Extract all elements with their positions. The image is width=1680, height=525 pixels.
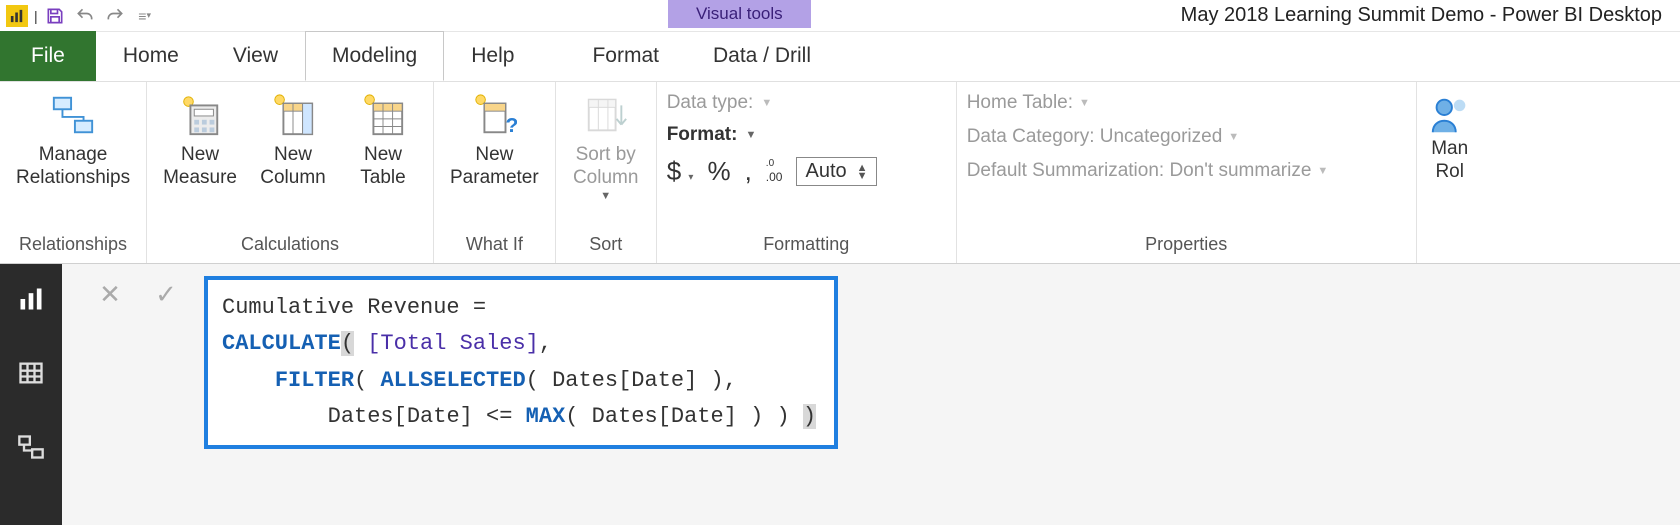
data-type-label: Data type:: [667, 92, 754, 114]
data-category-label: Data Category: Uncategorized: [967, 126, 1223, 148]
thousands-separator-button[interactable]: ,: [745, 156, 752, 187]
customize-qat-icon[interactable]: ≡▾: [134, 5, 156, 27]
decimal-auto-spinner[interactable]: Auto ▲▼: [796, 157, 876, 186]
new-table-button[interactable]: New Table: [343, 88, 423, 194]
data-view-button[interactable]: [14, 356, 48, 390]
data-type-dropdown[interactable]: Data type: ▼: [667, 92, 877, 114]
group-formatting: Data type: ▼ Format: ▼ $ ▾ % , .0.00 Aut…: [657, 82, 957, 263]
manage-relationships-button[interactable]: Manage Relationships: [10, 88, 136, 194]
ribbon-tabs: File Home View Modeling Help Format Data…: [0, 32, 1680, 82]
manage-roles-button[interactable]: Man Rol: [1427, 88, 1473, 184]
currency-button[interactable]: $ ▾: [667, 156, 694, 187]
svg-text:?: ?: [506, 114, 518, 137]
tab-modeling[interactable]: Modeling: [305, 31, 444, 81]
chevron-down-icon: ▼: [1228, 131, 1239, 143]
tab-view[interactable]: View: [206, 31, 305, 81]
manage-roles-label: Man Rol: [1431, 138, 1468, 184]
manage-relationships-label: Manage Relationships: [16, 144, 130, 190]
qat-separator: |: [34, 8, 38, 24]
sort-by-column-button[interactable]: Sort by Column ▼: [566, 88, 646, 206]
new-column-label: New Column: [260, 144, 325, 190]
new-table-label: New Table: [360, 144, 405, 190]
format-label: Format:: [667, 124, 738, 146]
tab-help[interactable]: Help: [444, 31, 541, 81]
chevron-down-icon: ▼: [1317, 165, 1328, 177]
formula-line-1: Cumulative Revenue =: [222, 295, 486, 320]
formula-kw-calculate: CALCULATE: [222, 331, 341, 356]
new-parameter-label: New Parameter: [450, 144, 539, 190]
new-parameter-button[interactable]: ? New Parameter: [444, 88, 545, 194]
relationships-icon: [50, 92, 96, 138]
new-measure-button[interactable]: New Measure: [157, 88, 243, 194]
ribbon: Manage Relationships Relationships New M…: [0, 82, 1680, 264]
group-label-formatting: Formatting: [667, 228, 946, 263]
undo-icon[interactable]: [74, 5, 96, 27]
formula-measure-ref: [Total Sales]: [367, 331, 539, 356]
roles-icon: [1427, 92, 1473, 138]
decimal-places-icon[interactable]: .0.00: [766, 159, 783, 184]
commit-formula-button[interactable]: ✓: [148, 276, 184, 312]
group-properties: Home Table: ▼ Data Category: Uncategoriz…: [957, 82, 1417, 263]
chevron-down-icon: ▼: [1079, 97, 1090, 109]
home-table-dropdown[interactable]: Home Table: ▼: [967, 92, 1329, 114]
canvas-area: ✕ ✓ Cumulative Revenue = CALCULATE( [Tot…: [62, 264, 1680, 525]
group-label-calculations: Calculations: [157, 228, 423, 263]
new-measure-label: New Measure: [163, 144, 237, 190]
sort-by-column-label: Sort by Column: [573, 144, 638, 190]
chevron-down-icon: ▼: [745, 129, 756, 141]
model-view-button[interactable]: [14, 430, 48, 464]
quick-access-toolbar: ≡▾: [44, 5, 156, 27]
formula-bar[interactable]: Cumulative Revenue = CALCULATE( [Total S…: [204, 276, 838, 449]
document-title: May 2018 Learning Summit Demo - Power BI…: [1181, 4, 1662, 27]
title-bar: | ≡▾ Visual tools May 2018 Learning Summ…: [0, 0, 1680, 32]
contextual-tab-label: Visual tools: [668, 0, 811, 28]
format-dropdown[interactable]: Format: ▼: [667, 124, 877, 146]
app-icon: [6, 5, 28, 27]
view-switcher: [0, 264, 62, 525]
chevron-down-icon: ▼: [761, 97, 772, 109]
number-format-buttons: $ ▾ % , .0.00 Auto ▲▼: [667, 156, 877, 187]
formula-kw-filter: FILTER: [275, 368, 354, 393]
group-sort: Sort by Column ▼ Sort: [556, 82, 657, 263]
group-security: Man Rol: [1417, 82, 1473, 263]
group-label-relationships: Relationships: [10, 228, 136, 263]
default-summarization-label: Default Summarization: Don't summarize: [967, 160, 1312, 182]
measure-icon: [177, 92, 223, 138]
group-whatif: ? New Parameter What If: [434, 82, 556, 263]
redo-icon[interactable]: [104, 5, 126, 27]
save-icon[interactable]: [44, 5, 66, 27]
chevron-down-icon: ▾: [688, 172, 693, 183]
formula-kw-allselected: ALLSELECTED: [380, 368, 525, 393]
tab-file[interactable]: File: [0, 31, 96, 81]
data-category-dropdown[interactable]: Data Category: Uncategorized ▼: [967, 126, 1329, 148]
group-calculations: New Measure New Column New Table Calcula…: [147, 82, 434, 263]
spinner-arrows-icon: ▲▼: [857, 164, 868, 180]
group-label-sort: Sort: [566, 228, 646, 263]
percent-button[interactable]: %: [707, 156, 730, 187]
new-column-button[interactable]: New Column: [253, 88, 333, 194]
column-icon: [270, 92, 316, 138]
cancel-formula-button[interactable]: ✕: [92, 276, 128, 312]
chevron-down-icon: ▼: [600, 190, 611, 202]
table-icon: [360, 92, 406, 138]
formula-kw-max: MAX: [526, 404, 566, 429]
parameter-icon: ?: [471, 92, 517, 138]
sort-icon: [583, 92, 629, 138]
group-label-whatif: What If: [444, 228, 545, 263]
group-label-properties: Properties: [967, 228, 1406, 263]
decimal-auto-value: Auto: [805, 160, 846, 183]
group-label-security: [1427, 249, 1473, 263]
work-area: ✕ ✓ Cumulative Revenue = CALCULATE( [Tot…: [0, 264, 1680, 525]
report-view-button[interactable]: [14, 282, 48, 316]
home-table-label: Home Table:: [967, 92, 1073, 114]
group-relationships: Manage Relationships Relationships: [0, 82, 147, 263]
tab-format[interactable]: Format: [565, 31, 686, 81]
default-summarization-dropdown[interactable]: Default Summarization: Don't summarize ▼: [967, 160, 1329, 182]
tab-data-drill[interactable]: Data / Drill: [686, 31, 838, 81]
tab-home[interactable]: Home: [96, 31, 206, 81]
